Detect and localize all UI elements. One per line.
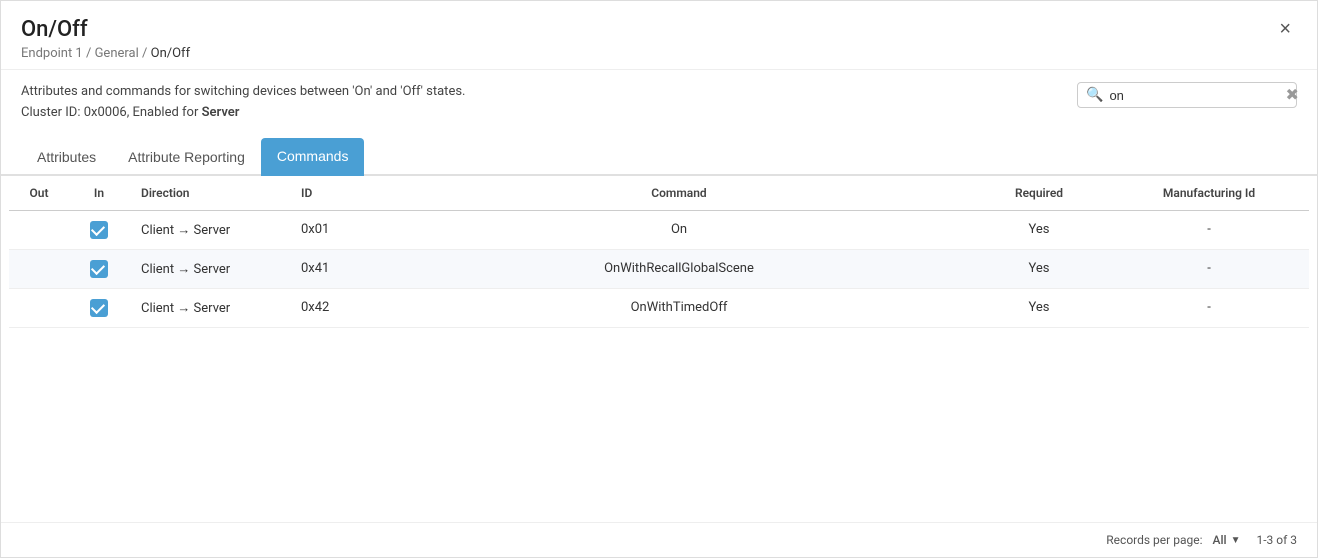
- breadcrumb-current: On/Off: [151, 46, 190, 61]
- row-1-manufacturing-id: -: [1109, 249, 1309, 288]
- row-0-command: On: [389, 210, 969, 249]
- breadcrumb-sep-2: /: [142, 46, 151, 61]
- row-2-in: [69, 288, 129, 327]
- row-0-in: [69, 210, 129, 249]
- table-row: Client → Server0x42OnWithTimedOffYes-: [9, 288, 1309, 327]
- row-2-required: Yes: [969, 288, 1109, 327]
- row-2-manufacturing-id: -: [1109, 288, 1309, 327]
- tab-attribute-reporting[interactable]: Attribute Reporting: [112, 138, 261, 176]
- col-header-manufacturing-id: Manufacturing Id: [1109, 176, 1309, 211]
- table-row: Client → Server0x01OnYes-: [9, 210, 1309, 249]
- description-area: Attributes and commands for switching de…: [1, 70, 1317, 132]
- row-0-manufacturing-id: -: [1109, 210, 1309, 249]
- row-1-direction: Client → Server: [129, 249, 289, 288]
- row-1-in-checkbox[interactable]: [90, 260, 108, 278]
- description-text: Attributes and commands for switching de…: [21, 82, 465, 124]
- col-header-in: In: [69, 176, 129, 211]
- search-input[interactable]: [1109, 88, 1285, 103]
- row-1-required: Yes: [969, 249, 1109, 288]
- breadcrumb-sep-1: /: [86, 46, 95, 61]
- tab-attributes[interactable]: Attributes: [21, 138, 112, 176]
- col-header-required: Required: [969, 176, 1109, 211]
- row-1-in: [69, 249, 129, 288]
- row-2-direction: Client → Server: [129, 288, 289, 327]
- col-header-command: Command: [389, 176, 969, 211]
- breadcrumb-part-1: Endpoint 1: [21, 46, 83, 61]
- description-line1: Attributes and commands for switching de…: [21, 82, 465, 103]
- footer-range: 1-3 of 3: [1256, 533, 1297, 547]
- row-2-out: [9, 288, 69, 327]
- description-line2-bold: Server: [202, 105, 240, 120]
- close-button[interactable]: ×: [1273, 17, 1297, 41]
- row-0-id: 0x01: [289, 210, 389, 249]
- row-1-id: 0x41: [289, 249, 389, 288]
- footer: Records per page: All ▼ 1-3 of 3: [1, 522, 1317, 557]
- row-0-direction: Client → Server: [129, 210, 289, 249]
- dialog-title: On/Off: [21, 17, 190, 42]
- tab-commands[interactable]: Commands: [261, 138, 365, 176]
- per-page-chevron-icon[interactable]: ▼: [1231, 535, 1241, 546]
- description-line2: Cluster ID: 0x0006, Enabled for Server: [21, 103, 465, 124]
- row-2-command: OnWithTimedOff: [389, 288, 969, 327]
- per-page-value: All: [1212, 533, 1226, 547]
- tabs: Attributes Attribute Reporting Commands: [1, 136, 1317, 176]
- search-box: 🔍 ✖: [1077, 82, 1297, 108]
- col-header-out: Out: [9, 176, 69, 211]
- footer-per-page: Records per page: All ▼: [1106, 533, 1240, 547]
- row-1-command: OnWithRecallGlobalScene: [389, 249, 969, 288]
- dialog: On/Off Endpoint 1 / General / On/Off × A…: [0, 0, 1318, 558]
- row-0-out: [9, 210, 69, 249]
- row-2-in-checkbox[interactable]: [90, 299, 108, 317]
- breadcrumb-part-2: General: [95, 46, 139, 61]
- clear-search-icon[interactable]: ✖: [1285, 87, 1298, 103]
- dialog-header: On/Off Endpoint 1 / General / On/Off ×: [1, 1, 1317, 70]
- row-2-id: 0x42: [289, 288, 389, 327]
- description-line2-prefix: Cluster ID: 0x0006, Enabled for: [21, 105, 202, 120]
- table-container: Out In Direction ID Command Required Man…: [1, 176, 1317, 522]
- search-icon: 🔍: [1086, 87, 1103, 103]
- commands-table: Out In Direction ID Command Required Man…: [9, 176, 1309, 328]
- table-row: Client → Server0x41OnWithRecallGlobalSce…: [9, 249, 1309, 288]
- row-0-required: Yes: [969, 210, 1109, 249]
- breadcrumb: Endpoint 1 / General / On/Off: [21, 46, 190, 61]
- row-1-out: [9, 249, 69, 288]
- table-header-row: Out In Direction ID Command Required Man…: [9, 176, 1309, 211]
- row-0-in-checkbox[interactable]: [90, 221, 108, 239]
- records-per-page-label: Records per page:: [1106, 533, 1202, 547]
- col-header-id: ID: [289, 176, 389, 211]
- col-header-direction: Direction: [129, 176, 289, 211]
